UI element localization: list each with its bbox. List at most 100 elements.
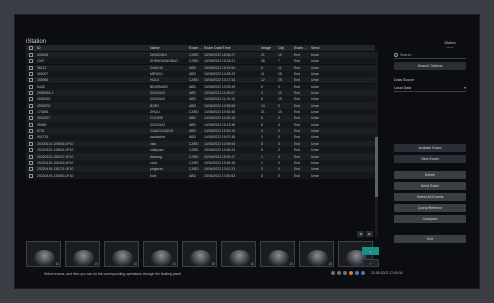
table-scrollbar[interactable]: [375, 51, 378, 237]
data-source-select[interactable]: Local Data ▾: [394, 85, 466, 92]
header-clip[interactable]: Clip: [278, 46, 294, 50]
cell-clip: 18: [278, 71, 282, 76]
page-prev-button[interactable]: ◂: [357, 231, 364, 237]
image-thumbnail[interactable]: 10: [26, 241, 61, 267]
image-thumbnail[interactable]: 10: [65, 241, 100, 267]
send-exam-button[interactable]: Send Exam: [394, 182, 466, 190]
thumb-next-button[interactable]: ›: [362, 247, 379, 255]
header-image[interactable]: Image: [261, 46, 278, 50]
cell-exam-status: End: [294, 116, 301, 121]
table-row[interactable]: 6428 BINGBANG ABD 15/05/2022 13:09:49 5 0 End U…: [26, 83, 375, 90]
row-checkbox[interactable]: [29, 141, 33, 146]
cell-name: DINGDING: [150, 52, 167, 57]
cell-exam-date: 14/05/2022 10:52:48: [204, 110, 236, 115]
image-thumbnail[interactable]: 10: [221, 241, 256, 267]
cell-name: DUODUO: [150, 122, 166, 127]
exit-button[interactable]: Exit: [394, 235, 466, 243]
search-field[interactable]: Search: [394, 52, 466, 59]
header-name[interactable]: Name: [150, 46, 189, 50]
cell-name: GUAIGOUANG: [150, 129, 174, 134]
status-datetime: 22-05-2022 17:00:34: [371, 271, 403, 275]
row-checkbox[interactable]: [29, 52, 33, 57]
search-options-button[interactable]: Search Options: [394, 62, 466, 70]
row-checkbox[interactable]: [29, 65, 33, 70]
cell-clip: 0: [278, 135, 280, 140]
select-all-exams-button[interactable]: Select All Exams: [394, 193, 466, 201]
image-thumbnail[interactable]: 10: [104, 241, 139, 267]
cell-exam-type: CARD: [189, 52, 199, 57]
table-row[interactable]: 155965 HULU CARD 15/05/2022 13:17:34 12 25 End…: [26, 77, 375, 84]
row-checkbox[interactable]: [29, 173, 33, 178]
page-next-button[interactable]: ▸: [366, 231, 373, 237]
table-row[interactable]: 20220420-145624-0F10 shaiyuan CARD 20/04/20…: [26, 147, 375, 154]
row-checkbox[interactable]: [29, 59, 33, 64]
row-checkbox[interactable]: [29, 122, 33, 127]
cell-send: Unse: [311, 84, 319, 89]
cell-id: 20220414-105545-0F10: [37, 141, 74, 146]
table-row[interactable]: 400027 MENGLI ABD 15/05/2022 14:55:29 11 18 En…: [26, 70, 375, 78]
image-thumbnail[interactable]: 15: [182, 241, 217, 267]
row-checkbox[interactable]: [29, 91, 33, 96]
row-checkbox[interactable]: [29, 78, 33, 83]
table-row[interactable]: 2005095 DUODUO ABD 15/05/2022 11:19:13 8 19 En…: [26, 96, 375, 103]
row-checkbox[interactable]: [29, 129, 33, 134]
cell-exam-date: 19/04/2022 15:54:15: [204, 160, 236, 165]
table-row[interactable]: 35460 DUODUO ABD 14/05/2022 15:13:38 8 0 End Un…: [26, 121, 375, 128]
cell-clip: 0: [278, 160, 280, 165]
table-row[interactable]: 3004207 COOKIE ABD 14/05/2022 11:06:18 5 0 End…: [26, 115, 375, 122]
cell-name: DANGUI: [150, 65, 164, 70]
table-row[interactable]: 1347 SHENGMINGBAO CARD 15/05/2022 15:24:21 3…: [26, 58, 375, 65]
row-checkbox[interactable]: [29, 110, 33, 115]
header-exam-status[interactable]: Exam ...: [294, 46, 311, 50]
activate-exam-button[interactable]: Activate Exam: [394, 144, 466, 152]
image-thumbnail[interactable]: 10: [143, 241, 178, 267]
cell-exam-type: ABD: [189, 116, 196, 121]
image-thumbnail[interactable]: 10: [260, 241, 295, 267]
table-row[interactable]: 4093976 BOBY ABD 15/05/2022 10:59:58 13 0 End U…: [26, 102, 375, 109]
row-checkbox[interactable]: [29, 148, 33, 153]
row-checkbox[interactable]: [29, 103, 33, 108]
table-row[interactable]: 173546 ZHULI CARD 14/05/2022 10:52:48 21 10 En…: [26, 108, 375, 116]
row-checkbox[interactable]: [29, 84, 33, 89]
table-row[interactable]: 36211 DANGUI ABD 15/05/2022 15:15:54 5 11 End U…: [26, 64, 375, 71]
row-checkbox[interactable]: [29, 135, 33, 140]
header-exam-type[interactable]: Exam ...: [189, 46, 204, 50]
row-checkbox[interactable]: [29, 116, 33, 121]
cell-exam-status: End: [294, 135, 301, 140]
cell-exam-status: End: [294, 52, 301, 57]
alert-icon: [349, 271, 353, 275]
compare-button[interactable]: Compare: [394, 215, 466, 223]
cell-clip: 0: [278, 167, 280, 172]
thumb-prev-button[interactable]: ‹: [362, 259, 379, 267]
row-checkbox[interactable]: [29, 160, 33, 165]
row-checkbox[interactable]: [29, 154, 33, 159]
delete-button[interactable]: Delete: [394, 171, 466, 179]
cell-image: 21: [261, 110, 265, 115]
table-row[interactable]: 2005095-1 DUODUO ABD 15/05/2022 11:25:07 4 10…: [26, 89, 375, 97]
scrollbar-thumb[interactable]: [375, 137, 378, 197]
table-row[interactable]: 20220419-155415-0F10 coco CARD 19/04/2022 1…: [26, 159, 375, 167]
header-send[interactable]: Send: [311, 46, 331, 50]
table-row[interactable]: 20220420-155247-0F10 daxiang CARD 20/04/202…: [26, 153, 375, 160]
cell-clip: 0: [278, 84, 280, 89]
query-retrieve-button[interactable]: Query/Retrieve: [394, 204, 466, 212]
table-row[interactable]: 20220419-135721-0F10 pingmao CARD 19/04/202…: [26, 166, 375, 173]
cell-id: 8731: [37, 129, 45, 134]
header-id[interactable]: ID: [37, 46, 150, 50]
table-row[interactable]: 8731 GUAIGOUANG ABD 14/05/2022 15:40:19 4 0 En…: [26, 128, 375, 135]
table-row[interactable]: 20220419-135053-0F10 bobi ABD 19/04/2022 13…: [26, 172, 375, 179]
cell-exam-status: End: [294, 160, 301, 165]
data-source-label: Data Source: [394, 78, 414, 82]
select-all-checkbox[interactable]: [29, 46, 33, 51]
table-row[interactable]: 901733 naobaobe ABD 14/05/2022 15:07:48 1 0 En…: [26, 134, 375, 141]
table-row[interactable]: 20220414-105545-0F10 xiao CARD 14/05/2022 1…: [26, 140, 375, 147]
ultrasound-image: [268, 250, 289, 266]
thumbnail-count: 15: [328, 262, 332, 266]
new-exam-button[interactable]: New Exam: [394, 155, 466, 163]
row-checkbox[interactable]: [29, 71, 33, 76]
header-exam-date[interactable]: Exam Date/Time: [204, 46, 261, 50]
image-thumbnail[interactable]: 15: [299, 241, 334, 267]
row-checkbox[interactable]: [29, 97, 33, 102]
table-row[interactable]: 433615 DINGDING CARD 15/05/2022 15:46:27 21 1…: [26, 51, 375, 59]
row-checkbox[interactable]: [29, 167, 33, 172]
